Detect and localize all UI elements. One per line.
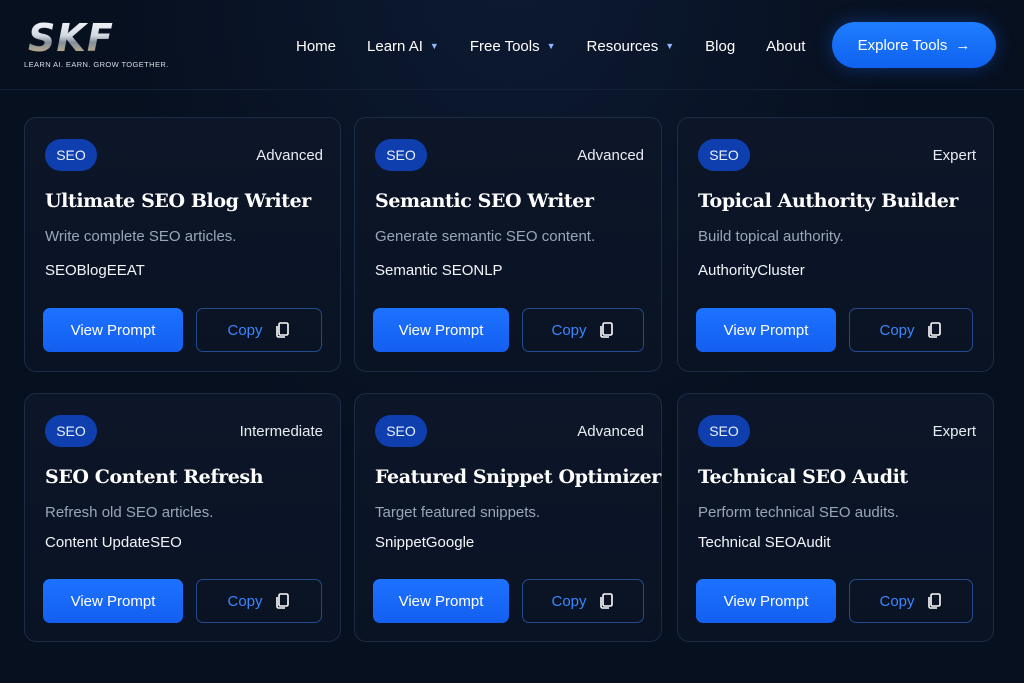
card-description: Target featured snippets. — [375, 504, 541, 521]
nav-item-about[interactable]: About — [766, 36, 805, 56]
view-prompt-button[interactable]: View Prompt — [43, 579, 183, 623]
logo-mark: SKF — [28, 16, 114, 60]
explore-tools-button[interactable]: Explore Tools → — [832, 22, 996, 68]
arrow-right-icon: → — [955, 36, 971, 54]
card-tags: Content UpdateSEO — [45, 534, 182, 551]
prompt-card: SEO Advanced Semantic SEO Writer Generat… — [354, 117, 662, 372]
nav-item-label: Blog — [705, 37, 736, 55]
view-prompt-button[interactable]: View Prompt — [696, 308, 836, 352]
copy-icon — [599, 593, 613, 609]
card-description: Perform technical SEO audits. — [698, 504, 899, 521]
nav-item-learn-ai[interactable]: Learn AI ▼ — [367, 36, 439, 56]
site-header: SKF LEARN AI. EARN. GROW TOGETHER. Home … — [0, 0, 1024, 90]
copy-icon — [275, 593, 289, 609]
card-description: Build topical authority. — [698, 228, 844, 245]
copy-label: Copy — [227, 592, 263, 610]
prompt-card: SEO Expert Topical Authority Builder Bui… — [677, 117, 994, 372]
view-prompt-button[interactable]: View Prompt — [696, 579, 836, 623]
nav-item-label: About — [766, 37, 806, 55]
nav-item-label: Home — [296, 37, 337, 55]
copy-icon — [927, 322, 941, 338]
nav-item-resources[interactable]: Resources ▼ — [587, 36, 675, 56]
difficulty-label: Intermediate — [239, 423, 323, 440]
card-title: Semantic SEO Writer — [375, 190, 594, 212]
category-badge: SEO — [375, 139, 427, 171]
copy-button[interactable]: Copy — [849, 308, 973, 352]
card-tags: AuthorityCluster — [698, 262, 805, 279]
copy-label: Copy — [551, 592, 587, 610]
prompt-card: SEO Advanced Featured Snippet Optimizer … — [354, 393, 662, 642]
copy-button[interactable]: Copy — [196, 579, 322, 623]
card-description: Write complete SEO articles. — [45, 228, 237, 245]
card-tags: SnippetGoogle — [375, 534, 475, 551]
card-title: Featured Snippet Optimizer — [375, 466, 661, 488]
chevron-down-icon: ▼ — [429, 41, 439, 51]
nav-item-free-tools[interactable]: Free Tools ▼ — [470, 36, 556, 56]
explore-tools-label: Explore Tools — [857, 36, 948, 54]
card-title: Ultimate SEO Blog Writer — [45, 190, 311, 212]
view-prompt-button[interactable]: View Prompt — [43, 308, 183, 352]
difficulty-label: Advanced — [256, 147, 323, 164]
nav-item-blog[interactable]: Blog — [705, 36, 735, 56]
copy-icon — [927, 593, 941, 609]
card-description: Refresh old SEO articles. — [45, 504, 214, 521]
copy-label: Copy — [551, 321, 587, 339]
prompt-card: SEO Intermediate SEO Content Refresh Ref… — [24, 393, 341, 642]
nav-item-label: Free Tools — [469, 37, 540, 55]
copy-button[interactable]: Copy — [522, 308, 644, 352]
copy-label: Copy — [879, 592, 915, 610]
difficulty-label: Advanced — [577, 423, 644, 440]
category-badge: SEO — [45, 415, 97, 447]
chevron-down-icon: ▼ — [546, 41, 556, 51]
card-title: Technical SEO Audit — [698, 466, 908, 488]
card-tags: Technical SEOAudit — [698, 534, 831, 551]
card-title: SEO Content Refresh — [45, 466, 264, 488]
category-badge: SEO — [45, 139, 97, 171]
nav-item-label: Resources — [586, 37, 659, 55]
copy-button[interactable]: Copy — [849, 579, 973, 623]
copy-label: Copy — [227, 321, 263, 339]
copy-icon — [599, 322, 613, 338]
logo[interactable]: SKF LEARN AI. EARN. GROW TOGETHER. — [24, 16, 168, 72]
card-description: Generate semantic SEO content. — [375, 228, 596, 245]
main-nav: Home Learn AI ▼ Free Tools ▼ Resources ▼… — [296, 36, 805, 56]
copy-button[interactable]: Copy — [522, 579, 644, 623]
view-prompt-button[interactable]: View Prompt — [373, 308, 509, 352]
copy-button[interactable]: Copy — [196, 308, 322, 352]
chevron-down-icon: ▼ — [665, 41, 675, 51]
nav-item-label: Learn AI — [367, 37, 423, 55]
category-badge: SEO — [698, 139, 750, 171]
card-title: Topical Authority Builder — [698, 190, 959, 212]
view-prompt-button[interactable]: View Prompt — [373, 579, 509, 623]
logo-tagline: LEARN AI. EARN. GROW TOGETHER. — [24, 60, 169, 69]
card-tags: SEOBlogEEAT — [45, 262, 145, 279]
copy-label: Copy — [879, 321, 915, 339]
copy-icon — [275, 322, 289, 338]
prompt-card: SEO Expert Technical SEO Audit Perform t… — [677, 393, 994, 642]
difficulty-label: Advanced — [577, 147, 644, 164]
difficulty-label: Expert — [932, 147, 976, 164]
card-tags: Semantic SEONLP — [375, 262, 503, 279]
nav-item-home[interactable]: Home — [296, 36, 336, 56]
prompt-card: SEO Advanced Ultimate SEO Blog Writer Wr… — [24, 117, 341, 372]
category-badge: SEO — [698, 415, 750, 447]
difficulty-label: Expert — [932, 423, 976, 440]
category-badge: SEO — [375, 415, 427, 447]
